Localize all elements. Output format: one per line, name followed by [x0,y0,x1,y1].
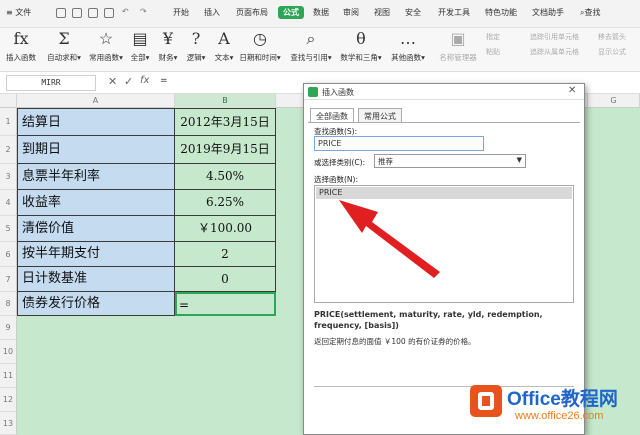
red-arrow-annotation [339,200,440,278]
arrow-shape [339,200,440,278]
watermark-brand: Office教程网 [507,389,618,410]
office-logo-icon [470,385,502,417]
office-logo-mark [478,392,494,410]
watermark-url: www.office26.com [515,410,604,422]
